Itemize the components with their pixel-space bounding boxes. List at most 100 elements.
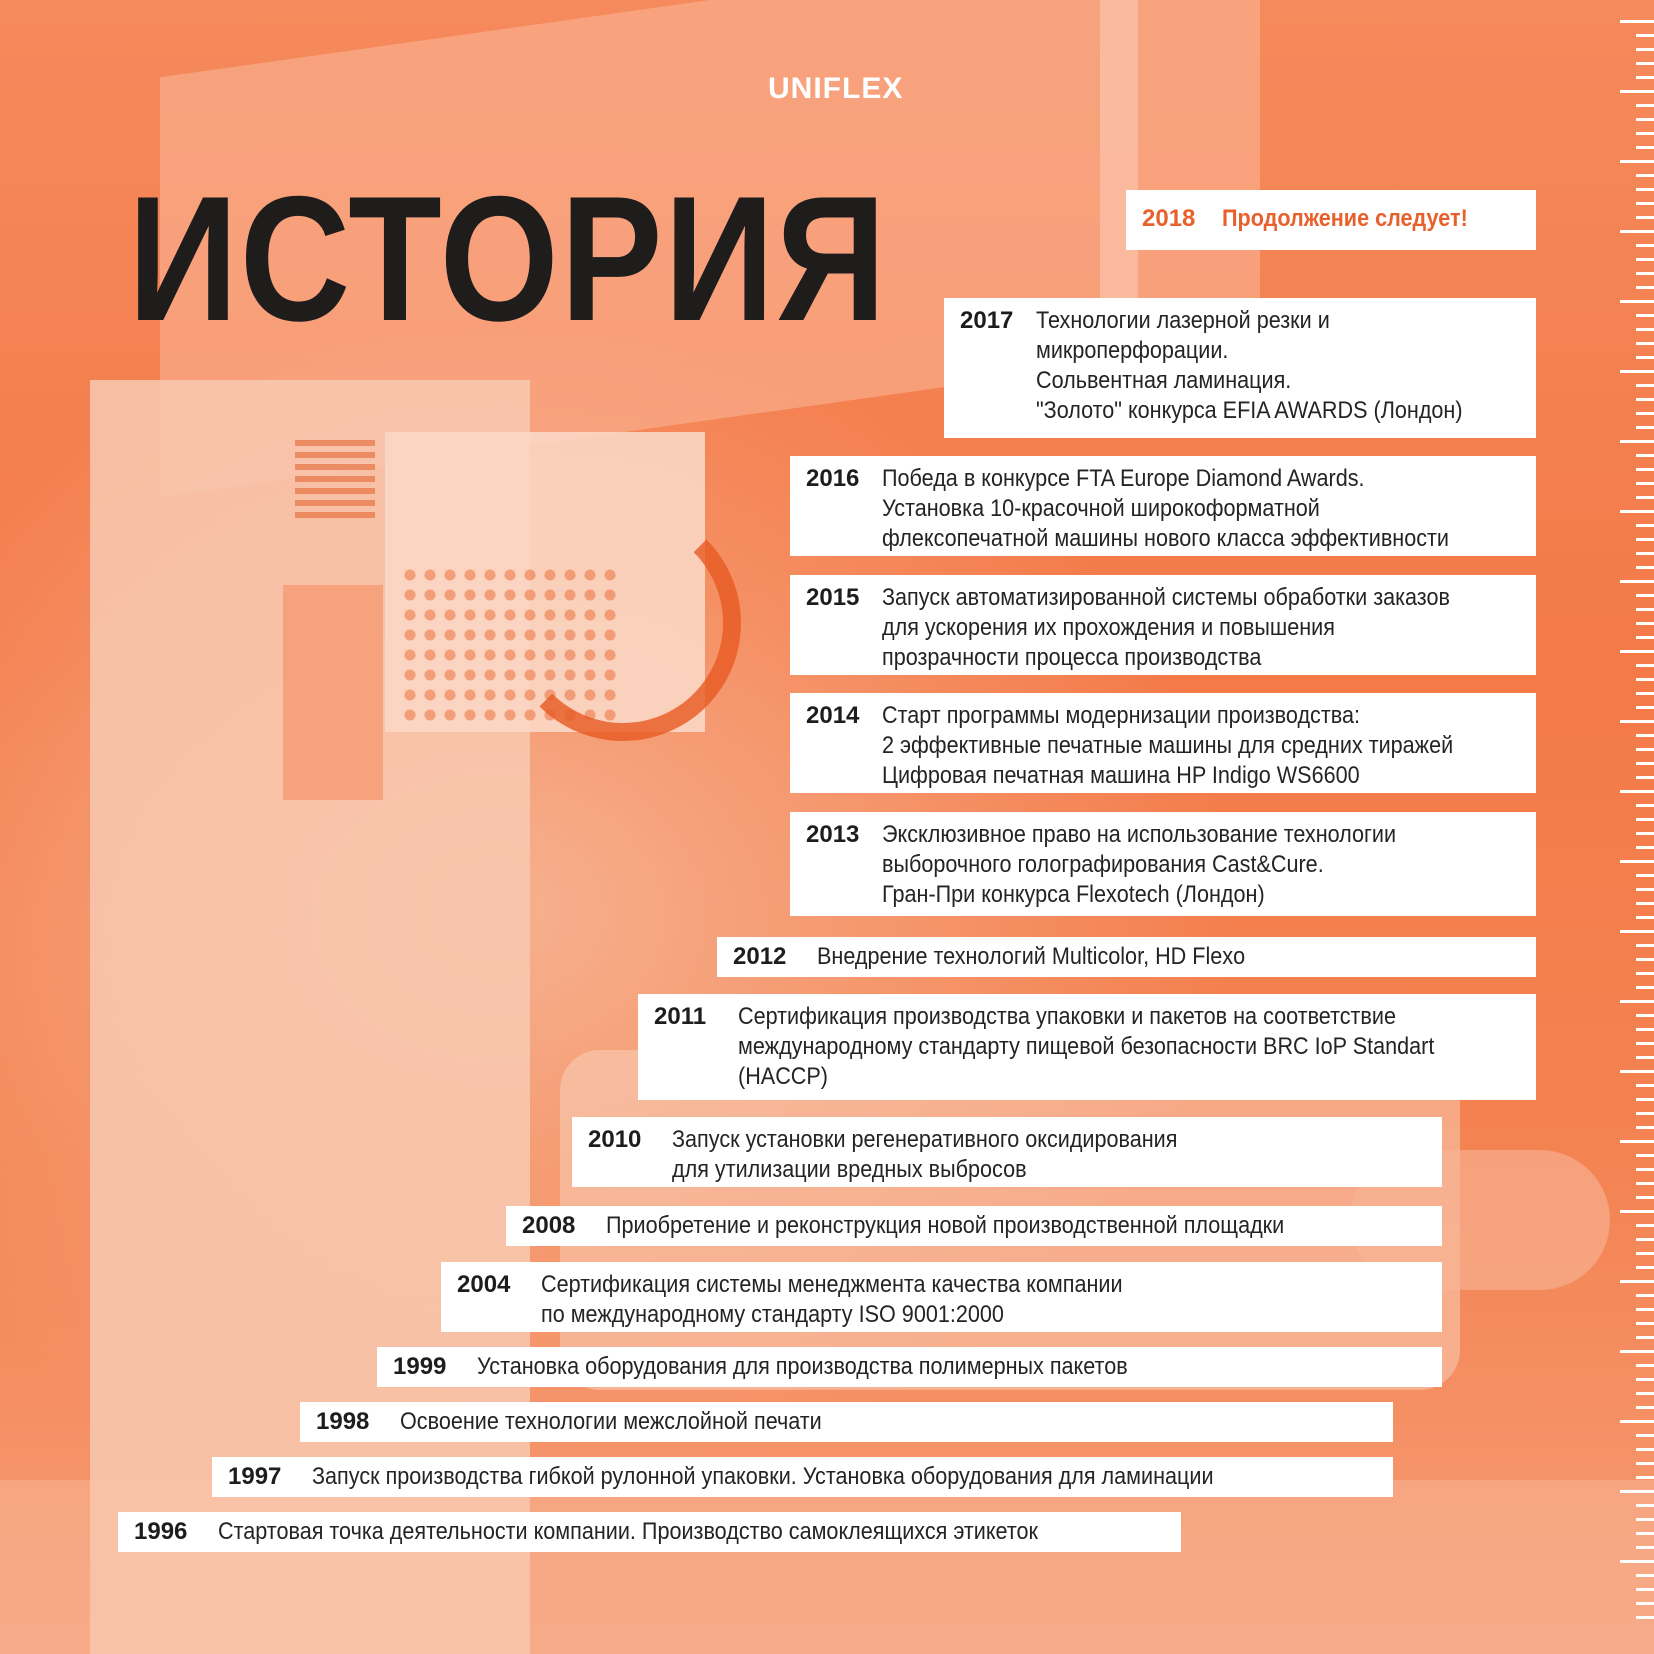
timeline-entry-1999: 1999 Установка оборудования для производ…	[377, 1347, 1442, 1387]
ruler-tick	[1636, 454, 1654, 457]
timeline-entry-2016: 2016 Победа в конкурсе FTA Europe Diamon…	[790, 456, 1536, 556]
ruler-tick	[1636, 496, 1654, 499]
ruler-tick	[1636, 342, 1654, 345]
ruler-tick	[1636, 692, 1654, 695]
entry-year: 1998	[316, 1408, 370, 1435]
ruler-tick	[1636, 1434, 1654, 1437]
ruler-tick	[1636, 412, 1654, 415]
entry-year: 1999	[393, 1353, 447, 1380]
ruler-tick	[1636, 762, 1654, 765]
entry-text: Старт программы модернизации производств…	[882, 702, 1454, 789]
ruler-tick	[1636, 286, 1654, 289]
ruler-tick	[1636, 986, 1654, 989]
entry-text: Внедрение технологий Multicolor, HD Flex…	[817, 943, 1246, 970]
entry-text: Победа в конкурсе FTA Europe Diamond Awa…	[882, 465, 1449, 552]
entry-year: 2008	[522, 1212, 576, 1239]
ruler-tick	[1636, 846, 1654, 849]
ruler-tick	[1636, 1308, 1654, 1311]
ruler-tick	[1620, 1420, 1654, 1423]
ruler-tick	[1636, 1196, 1654, 1199]
ruler-tick	[1636, 146, 1654, 149]
ruler-tick	[1620, 370, 1654, 373]
entry-text: Запуск производства гибкой рулонной упак…	[312, 1463, 1214, 1490]
ruler-tick	[1636, 76, 1654, 79]
ruler-tick	[1636, 678, 1654, 681]
photo-vent	[295, 440, 375, 520]
ruler-tick	[1636, 1084, 1654, 1087]
ruler-tick	[1636, 1182, 1654, 1185]
ruler-tick	[1636, 1378, 1654, 1381]
ruler-tick	[1620, 1000, 1654, 1003]
ruler-tick	[1636, 1546, 1654, 1549]
ruler-tick	[1636, 734, 1654, 737]
ruler-tick	[1636, 258, 1654, 261]
entry-year: 2018	[1142, 205, 1196, 232]
ruler-tick	[1636, 1126, 1654, 1129]
ruler-tick	[1636, 314, 1654, 317]
ruler-tick	[1620, 1490, 1654, 1493]
ruler-tick	[1620, 1280, 1654, 1283]
entry-text: Запуск автоматизированной системы обрабо…	[882, 584, 1450, 671]
ruler-tick	[1620, 510, 1654, 513]
ruler-tick	[1636, 202, 1654, 205]
ruler-tick	[1620, 20, 1654, 23]
ruler-tick	[1636, 1294, 1654, 1297]
ruler-tick	[1636, 1588, 1654, 1591]
ruler-tick	[1636, 1266, 1654, 1269]
ruler-tick	[1636, 426, 1654, 429]
timeline-entry-1996: 1996 Стартовая точка деятельности компан…	[118, 1512, 1181, 1552]
entry-text: Технологии лазерной резки и микроперфора…	[1036, 307, 1463, 424]
ruler-tick	[1636, 524, 1654, 527]
entry-text: Стартовая точка деятельности компании. П…	[218, 1518, 1038, 1545]
ruler-tick	[1636, 34, 1654, 37]
entry-year: 2012	[733, 943, 787, 970]
entry-text: Освоение технологии межслойной печати	[400, 1408, 822, 1435]
ruler-tick	[1636, 482, 1654, 485]
ruler-tick	[1620, 90, 1654, 93]
ruler-tick	[1636, 272, 1654, 275]
ruler-tick	[1636, 832, 1654, 835]
ruler-tick	[1620, 1140, 1654, 1143]
brand-logo: UNIFLEX	[768, 72, 904, 105]
entry-text: Сертификация производства упаковки и пак…	[738, 1003, 1435, 1090]
ruler-tick	[1636, 818, 1654, 821]
ruler-tick	[1620, 1560, 1654, 1563]
ruler-tick	[1636, 1112, 1654, 1115]
ruler-tick	[1620, 440, 1654, 443]
poster: UNIFLEX ИСТОРИЯ 2018 Продолжение следует…	[0, 0, 1654, 1654]
ruler-tick	[1636, 552, 1654, 555]
ruler-tick	[1636, 776, 1654, 779]
ruler-tick	[1636, 188, 1654, 191]
entry-year: 1996	[134, 1518, 188, 1545]
entry-year: 2015	[806, 584, 860, 611]
timeline-entry-2008: 2008 Приобретение и реконструкция новой …	[506, 1206, 1442, 1246]
ruler-tick	[1636, 622, 1654, 625]
entry-year: 2004	[457, 1271, 511, 1298]
ruler-tick	[1636, 468, 1654, 471]
ruler-tick	[1636, 1322, 1654, 1325]
ruler-tick	[1636, 1014, 1654, 1017]
entry-text: Продолжение следует!	[1222, 205, 1468, 232]
ruler-tick	[1636, 1238, 1654, 1241]
timeline-entry-2013: 2013 Эксклюзивное право на использование…	[790, 812, 1536, 916]
entry-year: 2014	[806, 702, 860, 729]
ruler-tick	[1636, 944, 1654, 947]
ruler-tick	[1636, 566, 1654, 569]
ruler-tick	[1620, 1070, 1654, 1073]
ruler-tick	[1636, 664, 1654, 667]
ruler-tick	[1636, 1098, 1654, 1101]
timeline-entry-2015: 2015 Запуск автоматизированной системы о…	[790, 575, 1536, 675]
timeline-entry-1998: 1998 Освоение технологии межслойной печа…	[300, 1402, 1393, 1442]
ruler-tick	[1636, 384, 1654, 387]
timeline-entry-2017: 2017 Технологии лазерной резки и микропе…	[944, 298, 1536, 438]
ruler-tick	[1636, 328, 1654, 331]
ruler-tick	[1636, 972, 1654, 975]
ruler-tick	[1636, 874, 1654, 877]
ruler-tick	[1636, 1532, 1654, 1535]
timeline-entry-2010: 2010 Запуск установки регенеративного ок…	[572, 1117, 1442, 1187]
ruler-tick	[1636, 958, 1654, 961]
ruler-tick	[1636, 538, 1654, 541]
photo-floor	[0, 1480, 1654, 1654]
ruler-tick	[1620, 1350, 1654, 1353]
ruler-tick	[1636, 706, 1654, 709]
